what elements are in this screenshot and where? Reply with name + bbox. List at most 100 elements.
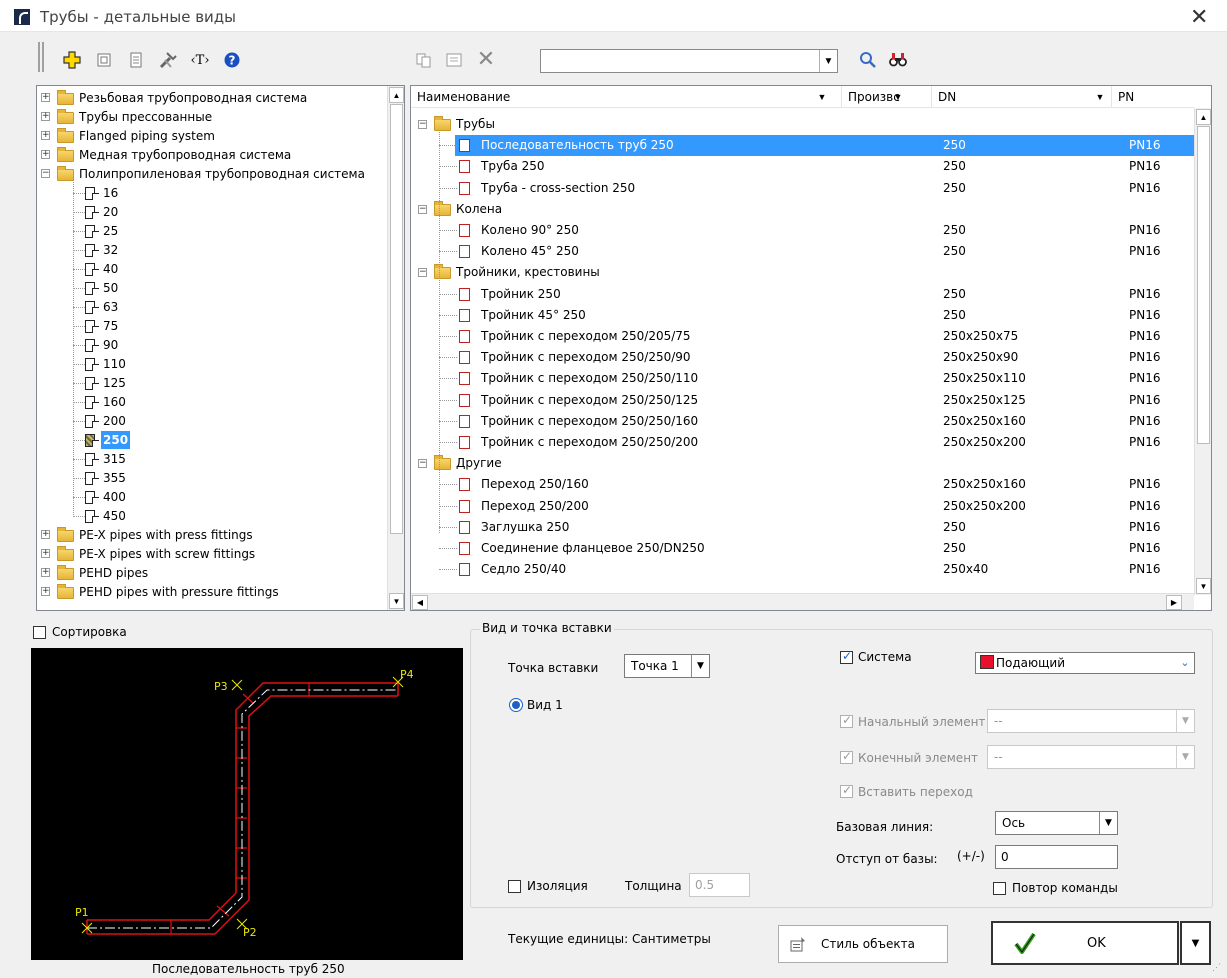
properties-button[interactable] — [92, 48, 116, 72]
tree-item-folder[interactable]: + PE-X pipes with screw fittings — [37, 545, 387, 563]
tree-item-folder[interactable]: + PEHD pipes — [37, 564, 387, 582]
search-combo[interactable]: ▼ — [540, 49, 838, 73]
collapse-icon[interactable]: − — [41, 169, 50, 178]
repeat-command-checkbox[interactable] — [993, 882, 1006, 895]
scroll-right-icon[interactable]: ▶ — [1166, 595, 1182, 610]
toolbar-grip[interactable] — [38, 42, 44, 72]
parts-list[interactable]: Наименование ▼ Произвс ▼ DN ▼ PN ▲ ▼ ◀ ▶… — [410, 85, 1212, 611]
chevron-down-icon[interactable]: ▼ — [1176, 746, 1194, 768]
tree-vscroll[interactable]: ▲ ▼ — [387, 86, 404, 610]
collapse-icon[interactable]: − — [418, 120, 427, 129]
list-item[interactable]: Труба - cross-section 250 250 PN16 — [411, 178, 1194, 199]
expand-icon[interactable]: + — [41, 93, 50, 102]
collapse-icon[interactable]: − — [418, 268, 427, 278]
end-element-checkbox[interactable] — [840, 749, 853, 764]
list-item[interactable]: Последовательность труб 250 250 PN16 — [411, 135, 1194, 157]
expand-icon[interactable]: + — [41, 568, 50, 577]
tree-item-size[interactable]: 40 — [37, 260, 387, 278]
tree-item-size[interactable]: 63 — [37, 298, 387, 316]
list-hscroll[interactable]: ◀ ▶ — [411, 593, 1194, 610]
scroll-down-icon[interactable]: ▼ — [389, 593, 404, 609]
expand-icon[interactable]: + — [41, 530, 50, 539]
delete-button[interactable]: ✕ — [474, 46, 498, 71]
chevron-down-icon[interactable]: ▼ — [1099, 812, 1117, 834]
list-item[interactable]: Колено 45° 250 250 PN16 — [411, 241, 1194, 262]
object-style-button[interactable]: Стиль объекта — [778, 925, 948, 963]
insert-point-select[interactable]: Точка 1 ▼ — [624, 654, 710, 678]
tree-item-size[interactable]: 450 — [37, 507, 387, 525]
resize-grip-icon[interactable]: ⋰ — [1212, 962, 1224, 974]
expand-icon[interactable]: + — [41, 150, 50, 159]
collapse-icon[interactable]: − — [418, 459, 427, 469]
tree-item-size[interactable]: 75 — [37, 317, 387, 335]
list-item[interactable]: Переход 250/160 250x250x160 PN16 — [411, 474, 1194, 495]
list-item[interactable]: Заглушка 250 250 PN16 — [411, 517, 1194, 538]
scroll-thumb[interactable] — [390, 104, 403, 534]
insulation-checkbox[interactable] — [508, 880, 521, 893]
list-group-row[interactable]: − Другие — [411, 453, 1194, 474]
category-tree[interactable]: + Резьбовая трубопроводная система + Трубы … — [36, 85, 405, 611]
list-item[interactable]: Тройник с переходом 250/250/90 250x250x90… — [411, 347, 1194, 368]
tree-item-folder[interactable]: + Резьбовая трубопроводная система — [37, 89, 387, 107]
list-vscroll[interactable]: ▲ ▼ — [1194, 108, 1211, 595]
tree-item-folder[interactable]: + Flanged piping system — [37, 127, 387, 145]
tree-item-size[interactable]: 110 — [37, 355, 387, 373]
column-header-dn[interactable]: DN — [931, 86, 1111, 108]
scroll-up-icon[interactable]: ▲ — [389, 87, 404, 103]
column-header-name[interactable]: Наименование — [411, 86, 839, 108]
list-item[interactable]: Тройник 45° 250 250 PN16 — [411, 305, 1194, 326]
ok-button[interactable]: OK — [991, 921, 1179, 965]
tree-item-size[interactable]: 25 — [37, 222, 387, 240]
find-button[interactable] — [886, 48, 910, 72]
tree-item-size[interactable]: 250 — [37, 431, 387, 449]
scroll-left-icon[interactable]: ◀ — [412, 595, 428, 610]
list-item[interactable]: Тройник с переходом 250/205/75 250x250x75… — [411, 326, 1194, 347]
end-element-select[interactable]: -- ▼ — [987, 745, 1195, 769]
column-header-pn[interactable]: PN — [1111, 86, 1194, 108]
list-item[interactable]: Тройник с переходом 250/250/110 250x250x1… — [411, 368, 1194, 389]
chevron-down-icon[interactable]: ⌄ — [1176, 653, 1194, 673]
add-button[interactable] — [60, 48, 84, 72]
expand-icon[interactable]: + — [41, 587, 50, 596]
base-line-select[interactable]: Ось ▼ — [995, 811, 1118, 835]
insert-transition-checkbox[interactable] — [840, 783, 853, 798]
tree-item-size[interactable]: 125 — [37, 374, 387, 392]
scroll-down-icon[interactable]: ▼ — [1196, 578, 1211, 594]
ok-dropdown-button[interactable]: ▼ — [1180, 921, 1211, 965]
tree-item-size[interactable]: 16 — [37, 184, 387, 202]
close-button[interactable]: ✕ — [1190, 4, 1208, 30]
list-item[interactable]: Тройник с переходом 250/250/125 250x250x1… — [411, 390, 1194, 411]
expand-icon[interactable]: + — [41, 131, 50, 140]
tree-item-folder[interactable]: + PEHD pipes with pressure fittings — [37, 583, 387, 601]
tree-item-size[interactable]: 50 — [37, 279, 387, 297]
tree-item-size[interactable]: 200 — [37, 412, 387, 430]
list-group-row[interactable]: − Колена — [411, 199, 1194, 220]
tree-item-size[interactable]: 90 — [37, 336, 387, 354]
list-group-row[interactable]: − Тройники, крестовины — [411, 262, 1194, 283]
tree-item-size[interactable]: 160 — [37, 393, 387, 411]
list-item[interactable]: Тройник с переходом 250/250/160 250x250x1… — [411, 411, 1194, 432]
scroll-up-icon[interactable]: ▲ — [1196, 109, 1211, 125]
list-item[interactable]: Седло 250/40 250x40 PN16 — [411, 559, 1194, 580]
chevron-down-icon[interactable]: ▼ — [691, 655, 709, 677]
collapse-icon[interactable]: − — [418, 204, 427, 214]
chevron-down-icon[interactable]: ▼ — [1176, 710, 1194, 732]
tree-item-folder[interactable]: + Трубы прессованные — [37, 108, 387, 126]
start-element-select[interactable]: -- ▼ — [987, 709, 1195, 733]
tree-item-size[interactable]: 20 — [37, 203, 387, 221]
tree-item-size[interactable]: 400 — [37, 488, 387, 506]
list-item[interactable]: Тройник с переходом 250/250/200 250x250x2… — [411, 432, 1194, 453]
tree-item-folder[interactable]: + Медная трубопроводная система — [37, 146, 387, 164]
list-button[interactable] — [124, 48, 148, 72]
chevron-down-icon[interactable]: ▼ — [819, 50, 837, 72]
tree-item-size[interactable]: 32 — [37, 241, 387, 259]
offset-input[interactable]: 0 — [995, 845, 1118, 869]
tree-item-folder[interactable]: − Полипропиленовая трубопроводная система — [37, 165, 387, 183]
copy-button[interactable] — [412, 48, 436, 72]
help-button[interactable]: ? — [220, 48, 244, 72]
search-button[interactable] — [856, 48, 880, 72]
tools-button[interactable] — [156, 48, 180, 72]
text-button[interactable]: ‹T› — [188, 48, 212, 72]
chevron-down-icon[interactable]: ▼ — [891, 90, 905, 104]
list-item[interactable]: Переход 250/200 250x250x200 PN16 — [411, 496, 1194, 517]
